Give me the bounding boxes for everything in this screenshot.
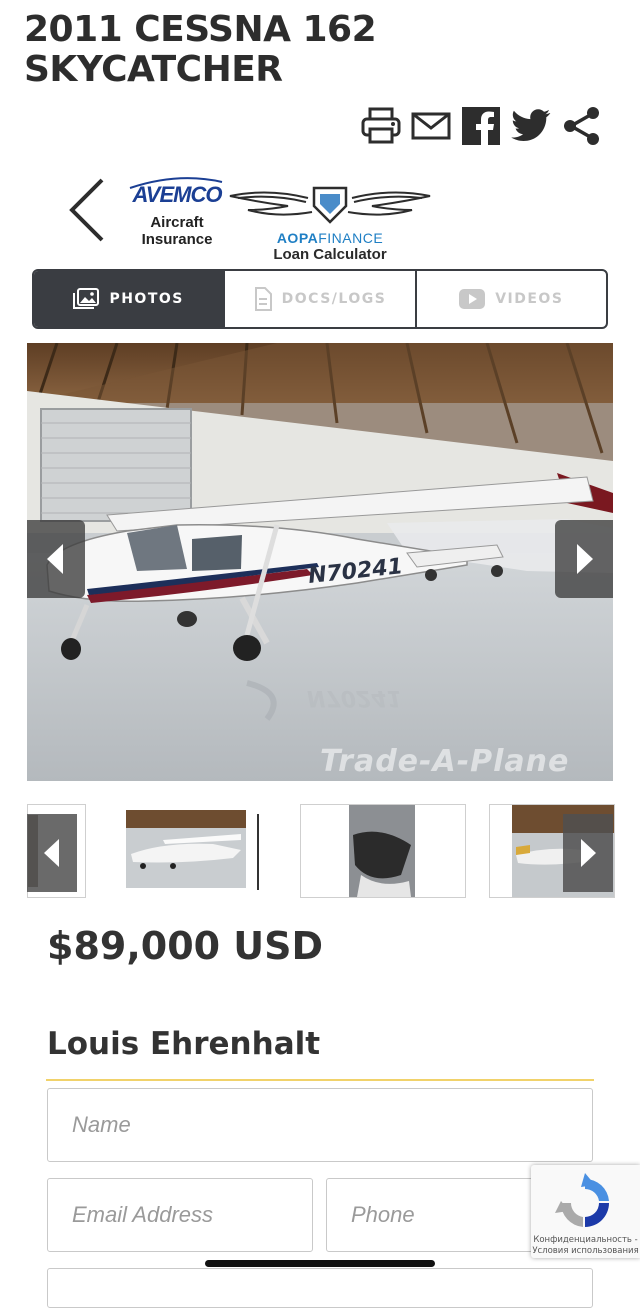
thumbnail[interactable] [300,804,466,898]
aircraft-photo: N70241 N70241 [27,343,613,781]
svg-text:N70241: N70241 [307,685,402,710]
thumbnail-prev-button[interactable] [27,814,77,892]
share-icon[interactable] [560,104,602,148]
aopa-brand-bold: AOPA [276,230,319,246]
aopa-label: Loan Calculator [273,246,387,263]
thumbnail[interactable] [123,804,261,896]
print-icon[interactable] [360,104,402,148]
aopa-brand-rest: FINANCE [318,230,384,246]
message-field[interactable] [47,1268,593,1308]
avemco-insurance-link[interactable]: AVEMCO Aircraft Insurance [124,177,230,248]
tab-docs-label: DOCS/LOGS [281,291,387,307]
document-icon [254,287,272,311]
gallery-prev-button[interactable] [27,520,85,598]
aopa-finance-link[interactable]: AOPAFINANCE Loan Calculator [228,184,432,263]
thumbnail-strip [27,804,615,898]
gallery-next-button[interactable] [555,520,613,598]
share-toolbar [360,104,602,148]
avemco-swoosh-icon [129,177,223,189]
twitter-icon[interactable] [510,104,552,148]
listing-price: $89,000 USD [47,924,324,968]
aopa-brand: AOPAFINANCE [228,230,432,246]
aopa-wings-icon [229,186,431,224]
recaptcha-badge[interactable]: Конфиденциальность - Условия использован… [531,1165,640,1258]
photos-icon [73,288,100,309]
tab-docs-logs[interactable]: DOCS/LOGS [223,271,414,327]
watermark-text: Trade-A-Plane [320,744,570,779]
recaptcha-icon [555,1173,609,1227]
chevron-right-icon [581,839,596,867]
recaptcha-links[interactable]: Конфиденциальность - Условия использован… [531,1235,640,1257]
chevron-right-icon [577,544,593,574]
email-icon[interactable] [410,104,452,148]
home-indicator [205,1260,435,1267]
back-arrow-icon[interactable] [66,176,110,244]
media-tabs: PHOTOS DOCS/LOGS VIDEOS [32,269,608,329]
tab-videos-label: VIDEOS [495,291,564,307]
name-field[interactable]: Name [47,1088,593,1162]
avemco-logo: AVEMCO [124,177,230,208]
video-icon [459,289,486,309]
email-placeholder: Email Address [72,1202,214,1227]
chevron-left-icon [47,544,63,574]
name-placeholder: Name [72,1112,131,1137]
tab-photos[interactable]: PHOTOS [34,271,224,327]
email-field[interactable]: Email Address [47,1178,313,1252]
main-photo[interactable]: N70241 N70241 [27,343,613,781]
thumbnail-next-button[interactable] [563,814,613,892]
divider [46,1079,594,1081]
avemco-label: Aircraft Insurance [141,214,213,248]
facebook-icon[interactable] [460,104,502,148]
listing-title: 2011 CESSNA 162 SKYCATCHER [24,9,377,90]
recaptcha-terms[interactable]: Условия использования [531,1246,640,1257]
phone-placeholder: Phone [351,1202,415,1227]
seller-name: Louis Ehrenhalt [47,1026,321,1062]
tab-photos-label: PHOTOS [109,291,184,307]
tab-videos[interactable]: VIDEOS [414,271,606,327]
recaptcha-privacy[interactable]: Конфиденциальность - [531,1235,640,1246]
chevron-left-icon [44,839,59,867]
